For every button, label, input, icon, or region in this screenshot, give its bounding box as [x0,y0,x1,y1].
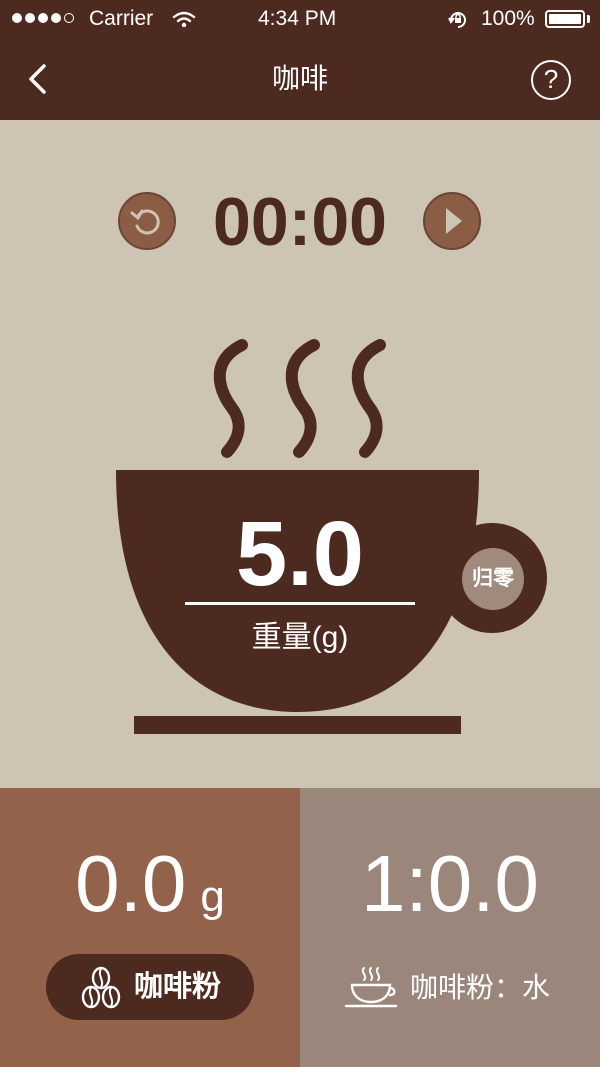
coffee-powder-button-label: 咖啡粉 [134,971,222,1003]
weight-underline [185,602,415,605]
weight-label: 重量(g) [251,621,349,654]
ratio-value: 1:0.0 [361,839,539,928]
ratio-caption: 咖啡粉：水 [344,966,574,1012]
coffee-powder-panel: 0.0 g 咖啡粉 [0,788,300,1067]
weight-value: 5.0 [236,503,364,605]
coffee-powder-button[interactable]: 咖啡粉 [46,954,254,1020]
powder-amount-unit: g [200,872,225,921]
coffee-cup-icon [344,967,398,1008]
powder-amount-value: 0.0 [75,839,187,928]
ratio-panel: 1:0.0 咖啡粉：水 [300,788,600,1067]
saucer [134,716,461,734]
tare-button[interactable]: 归零 [462,548,524,610]
steam-icon [213,339,386,458]
ratio-caption-text: 咖啡粉：水 [410,972,551,1003]
powder-amount: 0.0 g [0,836,300,945]
coffee-beans-icon [81,966,121,1009]
